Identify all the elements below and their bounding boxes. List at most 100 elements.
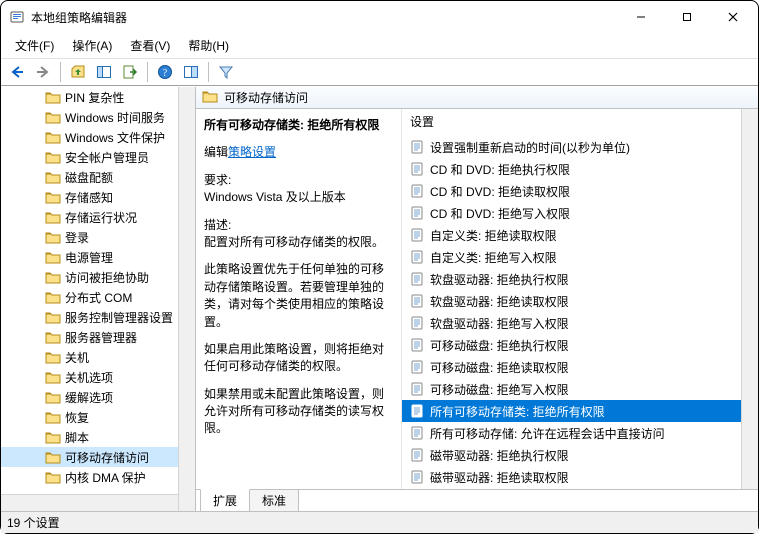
menu-help[interactable]: 帮助(H) (180, 35, 237, 56)
description-pane: 所有可移动存储类: 拒绝所有权限 编辑策略设置 要求: Windows Vist… (196, 109, 401, 489)
tree-horizontal-scrollbar[interactable] (1, 494, 178, 511)
setting-item[interactable]: 自定义类: 拒绝写入权限 (402, 246, 758, 268)
menu-file[interactable]: 文件(F) (7, 35, 62, 56)
tree-item[interactable]: 存储感知 (1, 187, 195, 207)
tree-item[interactable]: 缓解选项 (1, 387, 195, 407)
tab-extended[interactable]: 扩展 (200, 489, 250, 511)
setting-item[interactable]: 自定义类: 拒绝读取权限 (402, 224, 758, 246)
tree-item[interactable]: 服务器管理器 (1, 327, 195, 347)
tree-item[interactable]: 恢复 (1, 407, 195, 427)
tree-item-label: PIN 复杂性 (65, 89, 124, 106)
setting-item[interactable]: CD 和 DVD: 拒绝写入权限 (402, 202, 758, 224)
tree-item[interactable]: 可移动存储访问 (1, 447, 195, 467)
tree-item[interactable]: 内核 DMA 保护 (1, 467, 195, 487)
window-controls (618, 2, 756, 32)
app-icon (9, 9, 25, 25)
back-button[interactable] (5, 61, 29, 83)
folder-icon (45, 90, 61, 104)
tree-vertical-scrollbar[interactable] (178, 87, 195, 511)
edit-prefix: 编辑 (204, 145, 228, 159)
close-button[interactable] (710, 2, 756, 32)
folder-icon (45, 450, 61, 464)
tree-item-label: Windows 时间服务 (65, 109, 165, 126)
titlebar: 本地组策略编辑器 (1, 1, 758, 33)
tree-item[interactable]: 服务控制管理器设置 (1, 307, 195, 327)
policy-icon (410, 250, 424, 264)
folder-icon (45, 150, 61, 164)
policy-icon (410, 184, 424, 198)
tree-item[interactable]: 磁盘配额 (1, 167, 195, 187)
selected-policy-title: 所有可移动存储类: 拒绝所有权限 (204, 117, 395, 134)
minimize-button[interactable] (618, 2, 664, 32)
tree-item[interactable]: 分布式 COM (1, 287, 195, 307)
settings-column-header[interactable]: 设置 (402, 109, 758, 136)
tree-item[interactable]: 存储运行状况 (1, 207, 195, 227)
toolbar-separator (60, 62, 61, 82)
setting-item[interactable]: 设置强制重新启动的时间(以秒为单位) (402, 136, 758, 158)
tab-standard[interactable]: 标准 (249, 490, 299, 511)
description-text: 配置对所有可移动存储类的权限。 (204, 234, 395, 251)
svg-text:?: ? (163, 68, 168, 79)
folder-icon (45, 210, 61, 224)
policy-icon (410, 294, 424, 308)
up-button[interactable] (66, 61, 90, 83)
properties-button[interactable] (179, 61, 203, 83)
setting-item[interactable]: 可移动磁盘: 拒绝执行权限 (402, 334, 758, 356)
folder-icon (45, 310, 61, 324)
setting-item-label: 软盘驱动器: 拒绝写入权限 (430, 315, 569, 332)
edit-policy-link[interactable]: 策略设置 (228, 145, 276, 159)
tree-item[interactable]: 访问被拒绝协助 (1, 267, 195, 287)
folder-icon (45, 170, 61, 184)
tree-item-label: 存储运行状况 (65, 209, 137, 226)
tree-item[interactable]: 关机 (1, 347, 195, 367)
filter-button[interactable] (214, 61, 238, 83)
setting-item[interactable]: 所有可移动存储类: 拒绝所有权限 (402, 400, 758, 422)
policy-icon (410, 228, 424, 242)
policy-icon (410, 448, 424, 462)
tree-pane[interactable]: PIN 复杂性 Windows 时间服务Windows 文件保护安全帐户管理员磁盘… (1, 87, 196, 511)
setting-item[interactable]: 磁带驱动器: 拒绝执行权限 (402, 444, 758, 466)
policy-icon (410, 404, 424, 418)
export-list-button[interactable] (118, 61, 142, 83)
setting-item[interactable]: 可移动磁盘: 拒绝写入权限 (402, 378, 758, 400)
forward-button[interactable] (31, 61, 55, 83)
folder-icon (45, 130, 61, 144)
description-label: 描述: (204, 217, 395, 234)
setting-item[interactable]: CD 和 DVD: 拒绝执行权限 (402, 158, 758, 180)
setting-item[interactable]: 软盘驱动器: 拒绝写入权限 (402, 312, 758, 334)
menu-action[interactable]: 操作(A) (64, 35, 120, 56)
tree-item[interactable]: 电源管理 (1, 247, 195, 267)
tree-item-label: 服务控制管理器设置 (65, 309, 173, 326)
folder-icon (45, 470, 61, 484)
settings-vertical-scrollbar[interactable] (741, 109, 758, 489)
policy-icon (410, 382, 424, 396)
help-button[interactable]: ? (153, 61, 177, 83)
view-tabs: 扩展 标准 (196, 489, 758, 511)
description-para3: 如果启用此策略设置，则将拒绝对任何可移动存储类的权限。 (204, 341, 395, 376)
setting-item[interactable]: 软盘驱动器: 拒绝执行权限 (402, 268, 758, 290)
settings-list[interactable]: 设置 设置强制重新启动的时间(以秒为单位) CD 和 DVD: 拒绝执行权限 CD … (401, 109, 758, 489)
tree-item[interactable]: Windows 时间服务 (1, 107, 195, 127)
tree-item[interactable]: Windows 文件保护 (1, 127, 195, 147)
tree-item[interactable]: 安全帐户管理员 (1, 147, 195, 167)
setting-item-label: 磁带驱动器: 拒绝执行权限 (430, 447, 569, 464)
setting-item[interactable]: 可移动磁盘: 拒绝读取权限 (402, 356, 758, 378)
policy-icon (410, 316, 424, 330)
tree-item[interactable]: 登录 (1, 227, 195, 247)
tree-item[interactable]: 关机选项 (1, 367, 195, 387)
policy-icon (410, 338, 424, 352)
folder-icon (45, 370, 61, 384)
menu-view[interactable]: 查看(V) (122, 35, 178, 56)
show-hide-tree-button[interactable] (92, 61, 116, 83)
tree-item[interactable]: PIN 复杂性 (1, 87, 195, 107)
tree-item-label: 缓解选项 (65, 389, 113, 406)
tree-item[interactable]: 脚本 (1, 427, 195, 447)
setting-item-label: CD 和 DVD: 拒绝执行权限 (430, 161, 570, 178)
tree-item-label: 登录 (65, 229, 89, 246)
setting-item[interactable]: 所有可移动存储: 允许在远程会话中直接访问 (402, 422, 758, 444)
setting-item[interactable]: CD 和 DVD: 拒绝读取权限 (402, 180, 758, 202)
setting-item-label: 软盘驱动器: 拒绝读取权限 (430, 293, 569, 310)
setting-item[interactable]: 软盘驱动器: 拒绝读取权限 (402, 290, 758, 312)
maximize-button[interactable] (664, 2, 710, 32)
setting-item[interactable]: 磁带驱动器: 拒绝读取权限 (402, 466, 758, 488)
